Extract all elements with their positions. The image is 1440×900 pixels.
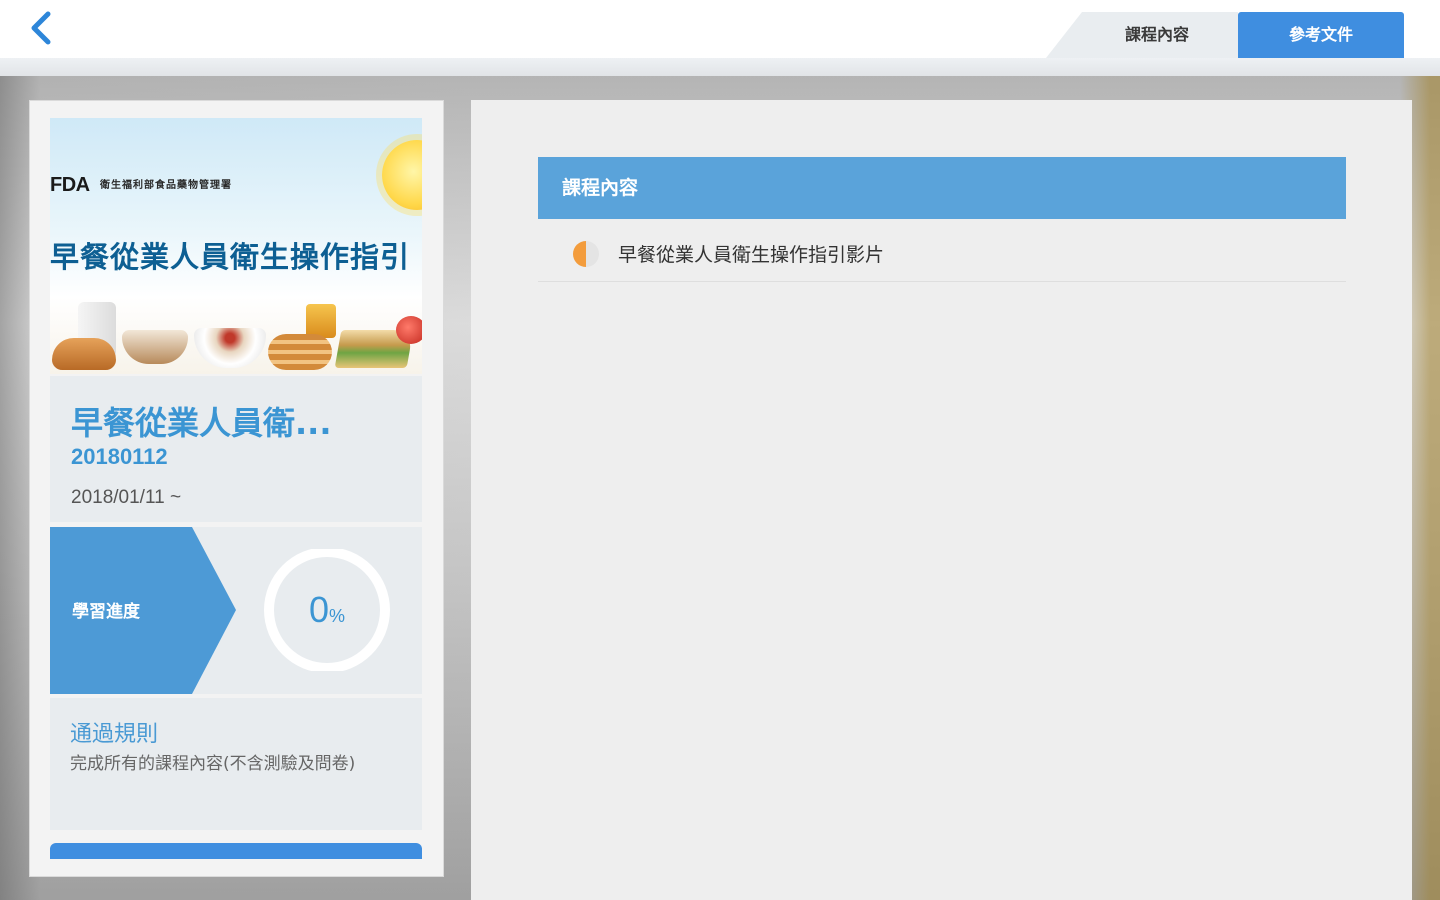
course-date: 2018/01/11 ~	[71, 487, 182, 508]
tab-course-content[interactable]: 課程內容	[1046, 12, 1238, 58]
pancakes	[268, 334, 332, 370]
list-item-label: 早餐從業人員衛生操作指引影片	[618, 244, 885, 266]
sun-image	[382, 140, 422, 210]
agency-name: 衛生福利部食品藥物管理署	[100, 180, 232, 191]
cereal-bowl	[194, 328, 266, 368]
course-code: 20180112	[71, 444, 168, 469]
rules-text: 完成所有的課程內容(不含測驗及問卷)	[70, 754, 356, 774]
course-title: 早餐從業人員衛...	[71, 404, 332, 442]
progress-unit: %	[329, 606, 346, 626]
section-header-course-content: 課程內容	[538, 157, 1346, 219]
top-bar: 課程內容 參考文件	[0, 0, 1440, 76]
half-circle-status-icon	[573, 241, 599, 267]
learning-progress: 學習進度 0%	[50, 527, 422, 694]
list-item[interactable]: 早餐從業人員衛生操作指引影片	[538, 226, 1346, 282]
breakfast-food-image	[50, 300, 422, 374]
tab-course-content-label: 課程內容	[1124, 25, 1189, 44]
progress-value: 0%	[256, 589, 398, 631]
croissant	[52, 338, 116, 370]
progress-number: 0	[308, 589, 329, 630]
content-panel	[471, 100, 1412, 900]
chevron-left-icon	[31, 11, 51, 45]
tab-reference-docs[interactable]: 參考文件	[1238, 12, 1404, 58]
honey-jar	[306, 304, 336, 338]
progress-label: 學習進度	[72, 602, 140, 622]
course-banner: FDA 衛生福利部食品藥物管理署 早餐從業人員衛生操作指引	[50, 118, 422, 374]
rules-title: 通過規則	[70, 722, 159, 747]
apple	[396, 316, 422, 344]
pass-rules: 通過規則 完成所有的課程內容(不含測驗及問卷)	[50, 698, 422, 830]
top-bar-strip	[0, 58, 1440, 76]
banner-title: 早餐從業人員衛生操作指引	[50, 240, 411, 274]
course-action-button[interactable]	[50, 843, 422, 859]
back-button[interactable]	[22, 8, 62, 48]
coffee-cup	[122, 330, 188, 364]
fda-logo: FDA	[50, 174, 90, 196]
